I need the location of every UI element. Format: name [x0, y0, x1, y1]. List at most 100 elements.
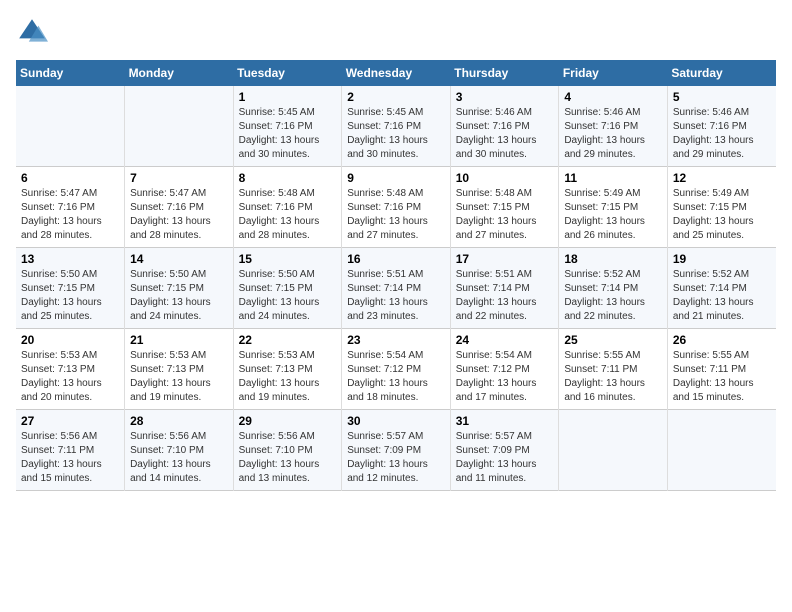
day-number: 17: [456, 252, 554, 266]
day-number: 27: [21, 414, 119, 428]
day-number: 12: [673, 171, 771, 185]
calendar-cell: 25Sunrise: 5:55 AM Sunset: 7:11 PM Dayli…: [559, 329, 668, 410]
day-info: Sunrise: 5:56 AM Sunset: 7:11 PM Dayligh…: [21, 430, 119, 486]
day-number: 14: [130, 252, 228, 266]
calendar-cell: [667, 410, 776, 491]
day-number: 16: [347, 252, 445, 266]
day-info: Sunrise: 5:54 AM Sunset: 7:12 PM Dayligh…: [347, 349, 445, 405]
day-number: 1: [239, 90, 337, 104]
day-info: Sunrise: 5:50 AM Sunset: 7:15 PM Dayligh…: [239, 268, 337, 324]
day-info: Sunrise: 5:57 AM Sunset: 7:09 PM Dayligh…: [456, 430, 554, 486]
calendar-cell: 23 Sunrise: 5:54 AM Sunset: 7:12 PM Dayli…: [342, 329, 451, 410]
day-info: Sunrise: 5:56 AM Sunset: 7:10 PM Dayligh…: [130, 430, 228, 486]
column-header-wednesday: Wednesday: [342, 60, 451, 86]
day-info: Sunrise: 5:48 AM Sunset: 7:16 PM Dayligh…: [347, 187, 445, 243]
day-number: 21: [130, 333, 228, 347]
calendar-cell: 31 Sunrise: 5:57 AM Sunset: 7:09 PM Dayli…: [450, 410, 559, 491]
calendar-cell: 29 Sunrise: 5:56 AM Sunset: 7:10 PM Dayli…: [233, 410, 342, 491]
calendar-cell: 11 Sunrise: 5:49 AM Sunset: 7:15 PM Dayli…: [559, 167, 668, 248]
day-info: Sunrise: 5:53 AM Sunset: 7:13 PM Dayligh…: [21, 349, 119, 405]
day-info: Sunrise: 5:50 AM Sunset: 7:15 PM Dayligh…: [130, 268, 228, 324]
calendar-header-row: SundayMondayTuesdayWednesdayThursdayFrid…: [16, 60, 776, 86]
calendar-week-row: 20 Sunrise: 5:53 AM Sunset: 7:13 PM Dayli…: [16, 329, 776, 410]
column-header-thursday: Thursday: [450, 60, 559, 86]
day-info: Sunrise: 5:46 AM Sunset: 7:16 PM Dayligh…: [456, 106, 554, 162]
day-number: 30: [347, 414, 445, 428]
calendar-cell: 24 Sunrise: 5:54 AM Sunset: 7:12 PM Dayli…: [450, 329, 559, 410]
logo: [16, 16, 52, 48]
calendar-cell: 13 Sunrise: 5:50 AM Sunset: 7:15 PM Dayli…: [16, 248, 125, 329]
day-info: Sunrise: 5:57 AM Sunset: 7:09 PM Dayligh…: [347, 430, 445, 486]
calendar-cell: [559, 410, 668, 491]
calendar-cell: 7 Sunrise: 5:47 AM Sunset: 7:16 PM Daylig…: [125, 167, 234, 248]
calendar-cell: 1Sunrise: 5:45 AM Sunset: 7:16 PM Daylig…: [233, 86, 342, 167]
day-info: Sunrise: 5:49 AM Sunset: 7:15 PM Dayligh…: [673, 187, 771, 243]
day-number: 3: [456, 90, 554, 104]
calendar-cell: 17 Sunrise: 5:51 AM Sunset: 7:14 PM Dayli…: [450, 248, 559, 329]
calendar-week-row: 1 Sunrise: 5:45 AM Sunset: 7:16 PM Daylig…: [16, 86, 776, 167]
day-number: 20: [21, 333, 119, 347]
calendar-cell: 28 Sunrise: 5:56 AM Sunset: 7:10 PM Dayli…: [125, 410, 234, 491]
day-number: 6: [21, 171, 119, 185]
day-number: 5: [673, 90, 771, 104]
calendar-cell: 22 Sunrise: 5:53 AM Sunset: 7:13 PM Dayli…: [233, 329, 342, 410]
day-info: Sunrise: 5:50 AM Sunset: 7:15 PM Dayligh…: [21, 268, 119, 324]
day-number: 11: [564, 171, 662, 185]
day-number: 13: [21, 252, 119, 266]
calendar-week-row: 13 Sunrise: 5:50 AM Sunset: 7:15 PM Dayli…: [16, 248, 776, 329]
day-info: Sunrise: 5:46 AM Sunset: 7:16 PM Dayligh…: [673, 106, 771, 162]
calendar-cell: 27 Sunrise: 5:56 AM Sunset: 7:11 PM Dayli…: [16, 410, 125, 491]
day-number: 24: [456, 333, 554, 347]
logo-icon: [16, 16, 48, 48]
day-number: 2: [347, 90, 445, 104]
day-info: Sunrise: 5:49 AM Sunset: 7:15 PM Dayligh…: [564, 187, 662, 243]
calendar-cell: 20 Sunrise: 5:53 AM Sunset: 7:13 PM Dayli…: [16, 329, 125, 410]
calendar-cell: 30 Sunrise: 5:57 AM Sunset: 7:09 PM Dayli…: [342, 410, 451, 491]
day-info: Sunrise: 5:51 AM Sunset: 7:14 PM Dayligh…: [456, 268, 554, 324]
calendar-cell: 16Sunrise: 5:51 AM Sunset: 7:14 PM Dayli…: [342, 248, 451, 329]
calendar-week-row: 27 Sunrise: 5:56 AM Sunset: 7:11 PM Dayli…: [16, 410, 776, 491]
day-info: Sunrise: 5:53 AM Sunset: 7:13 PM Dayligh…: [130, 349, 228, 405]
day-number: 19: [673, 252, 771, 266]
column-header-monday: Monday: [125, 60, 234, 86]
day-number: 23: [347, 333, 445, 347]
calendar-cell: [16, 86, 125, 167]
day-number: 18: [564, 252, 662, 266]
day-info: Sunrise: 5:48 AM Sunset: 7:16 PM Dayligh…: [239, 187, 337, 243]
calendar-cell: 12 Sunrise: 5:49 AM Sunset: 7:15 PM Dayli…: [667, 167, 776, 248]
day-info: Sunrise: 5:53 AM Sunset: 7:13 PM Dayligh…: [239, 349, 337, 405]
day-number: 7: [130, 171, 228, 185]
day-number: 29: [239, 414, 337, 428]
calendar-cell: 15 Sunrise: 5:50 AM Sunset: 7:15 PM Dayli…: [233, 248, 342, 329]
calendar-cell: 8Sunrise: 5:48 AM Sunset: 7:16 PM Daylig…: [233, 167, 342, 248]
calendar-cell: 6 Sunrise: 5:47 AM Sunset: 7:16 PM Daylig…: [16, 167, 125, 248]
day-info: Sunrise: 5:52 AM Sunset: 7:14 PM Dayligh…: [564, 268, 662, 324]
day-number: 28: [130, 414, 228, 428]
day-number: 9: [347, 171, 445, 185]
day-info: Sunrise: 5:48 AM Sunset: 7:15 PM Dayligh…: [456, 187, 554, 243]
column-header-tuesday: Tuesday: [233, 60, 342, 86]
calendar-cell: 9 Sunrise: 5:48 AM Sunset: 7:16 PM Daylig…: [342, 167, 451, 248]
day-info: Sunrise: 5:56 AM Sunset: 7:10 PM Dayligh…: [239, 430, 337, 486]
column-header-friday: Friday: [559, 60, 668, 86]
calendar-cell: 26 Sunrise: 5:55 AM Sunset: 7:11 PM Dayli…: [667, 329, 776, 410]
calendar-cell: 18 Sunrise: 5:52 AM Sunset: 7:14 PM Dayli…: [559, 248, 668, 329]
calendar-table: SundayMondayTuesdayWednesdayThursdayFrid…: [16, 60, 776, 491]
day-number: 10: [456, 171, 554, 185]
day-info: Sunrise: 5:45 AM Sunset: 7:16 PM Dayligh…: [347, 106, 445, 162]
calendar-cell: 5 Sunrise: 5:46 AM Sunset: 7:16 PM Daylig…: [667, 86, 776, 167]
day-number: 25: [564, 333, 662, 347]
day-number: 22: [239, 333, 337, 347]
calendar-cell: 21 Sunrise: 5:53 AM Sunset: 7:13 PM Dayli…: [125, 329, 234, 410]
day-number: 26: [673, 333, 771, 347]
calendar-cell: 10 Sunrise: 5:48 AM Sunset: 7:15 PM Dayli…: [450, 167, 559, 248]
day-info: Sunrise: 5:55 AM Sunset: 7:11 PM Dayligh…: [673, 349, 771, 405]
calendar-cell: 19Sunrise: 5:52 AM Sunset: 7:14 PM Dayli…: [667, 248, 776, 329]
calendar-cell: 3 Sunrise: 5:46 AM Sunset: 7:16 PM Daylig…: [450, 86, 559, 167]
day-number: 31: [456, 414, 554, 428]
day-info: Sunrise: 5:47 AM Sunset: 7:16 PM Dayligh…: [21, 187, 119, 243]
day-info: Sunrise: 5:54 AM Sunset: 7:12 PM Dayligh…: [456, 349, 554, 405]
calendar-cell: 14 Sunrise: 5:50 AM Sunset: 7:15 PM Dayli…: [125, 248, 234, 329]
day-number: 15: [239, 252, 337, 266]
day-info: Sunrise: 5:47 AM Sunset: 7:16 PM Dayligh…: [130, 187, 228, 243]
